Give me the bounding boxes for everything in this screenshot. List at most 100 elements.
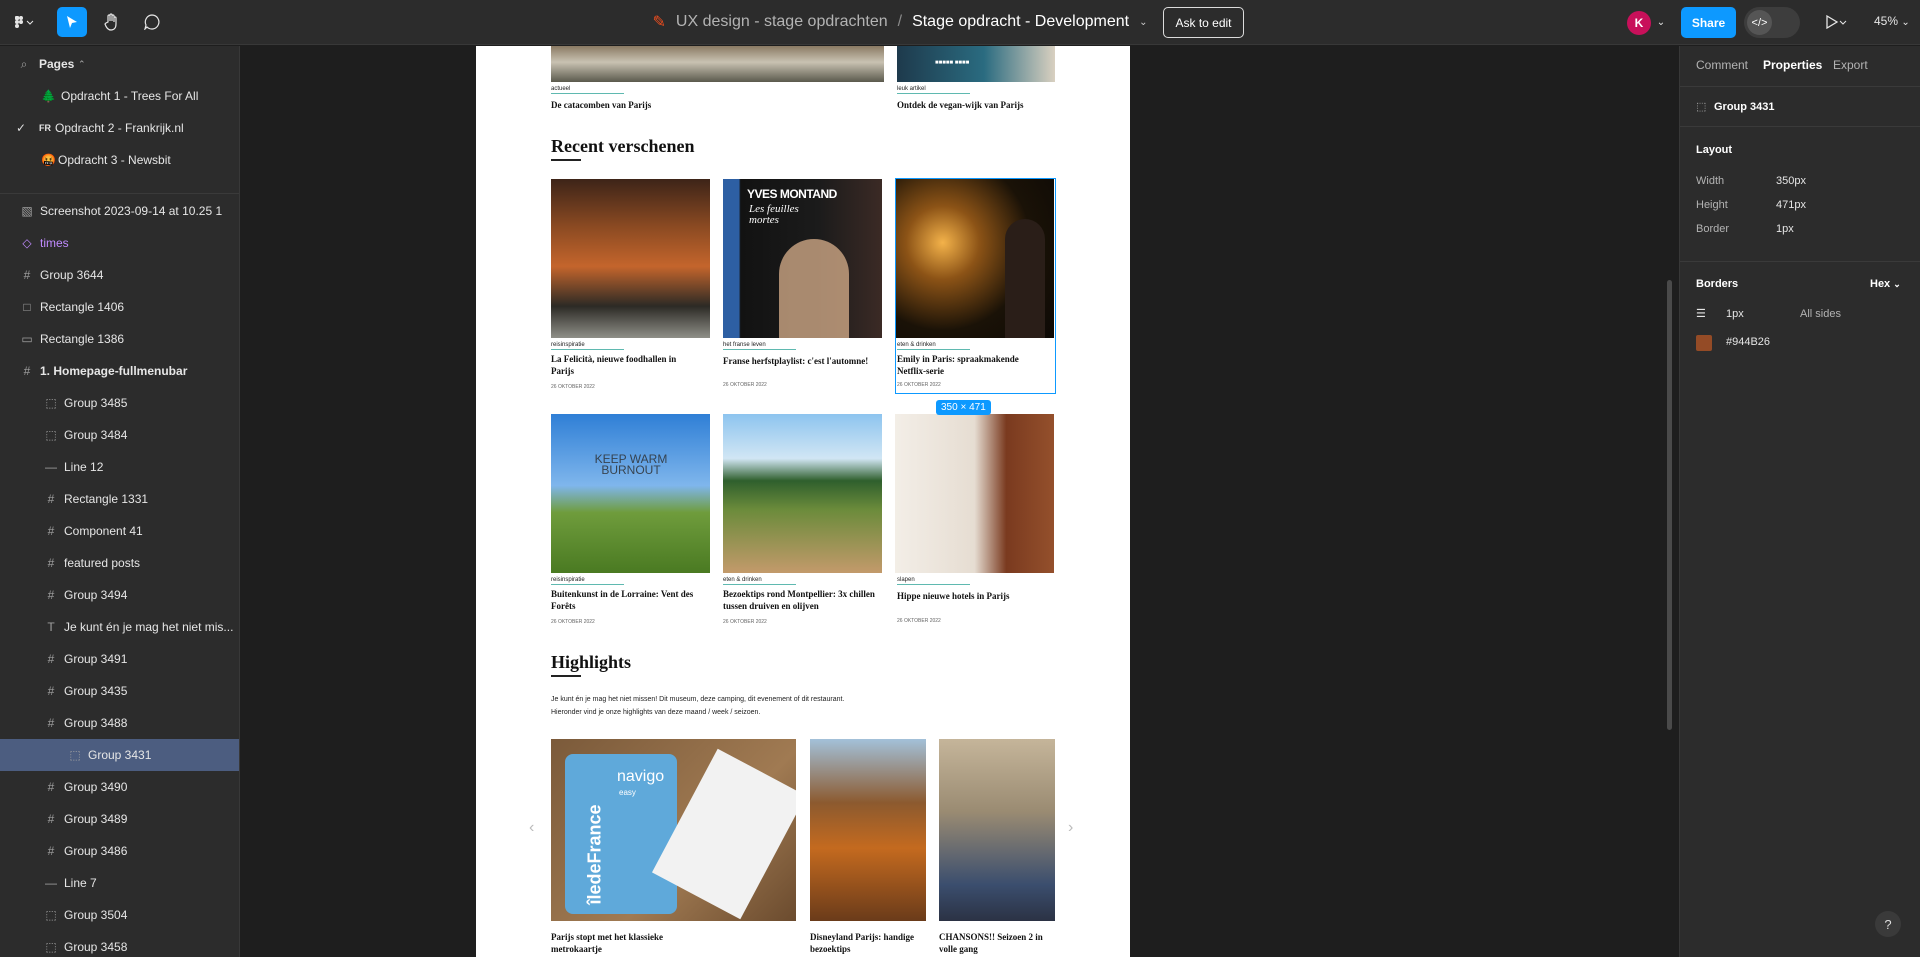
avatar[interactable]: K (1627, 11, 1651, 35)
layer-item[interactable]: # Group 3644 (0, 259, 239, 291)
figma-menu-icon[interactable] (10, 11, 38, 33)
border-weight-value[interactable]: 1px (1726, 308, 1744, 320)
tab-export[interactable]: Export (1833, 58, 1868, 72)
layer-label: Group 3491 (64, 652, 128, 666)
layer-item[interactable]: ⬚ Group 3484 (0, 419, 239, 451)
layer-item[interactable]: □ Rectangle 1406 (0, 291, 239, 323)
layer-item[interactable]: # featured posts (0, 547, 239, 579)
zoom-level[interactable]: 45% ⌄ (1874, 14, 1910, 28)
hand-tool-icon[interactable] (101, 11, 123, 33)
layer-label: Line 12 (64, 460, 104, 474)
share-button[interactable]: Share (1681, 7, 1736, 38)
search-icon[interactable]: ⌕ (17, 57, 31, 72)
help-button[interactable]: ? (1875, 911, 1901, 937)
chevron-right-icon[interactable]: › (1068, 819, 1073, 837)
move-tool-icon[interactable] (57, 7, 87, 37)
width-value[interactable]: 350px (1776, 175, 1806, 187)
layer-label: Group 3486 (64, 844, 128, 858)
layer-item[interactable]: # Component 41 (0, 515, 239, 547)
layer-item[interactable]: ◇ times (0, 227, 239, 259)
stroke-weight-icon: ☰ (1696, 308, 1706, 320)
present-icon[interactable] (1823, 11, 1849, 33)
layer-item[interactable]: # Group 3489 (0, 803, 239, 835)
layer-item[interactable]: # Group 3490 (0, 771, 239, 803)
emily-in-paris-image[interactable] (895, 179, 1054, 338)
post-title[interactable]: Disneyland Parijs: handige bezoektips (810, 931, 928, 955)
border-sides[interactable]: All sides (1800, 308, 1841, 320)
disneyland-image[interactable] (810, 739, 926, 921)
album-cover-image[interactable]: YVES MONTAND Les feuilles mortes (723, 179, 882, 338)
layer-item[interactable]: #1. Homepage-fullmenubar (0, 355, 239, 387)
border-value[interactable]: 1px (1776, 223, 1794, 235)
border-color-value[interactable]: #944B26 (1726, 336, 1770, 348)
layer-item[interactable]: ⬚ Group 3485 (0, 387, 239, 419)
divider (0, 193, 239, 194)
layer-label: Component 41 (64, 524, 143, 538)
layer-item[interactable]: # Group 3488 (0, 707, 239, 739)
lorraine-image[interactable]: KEEP WARM BURNOUT (551, 414, 710, 573)
border-color-swatch[interactable] (1696, 335, 1712, 351)
post-title[interactable]: Bezoektips rond Montpellier: 3x chillen … (723, 588, 883, 612)
layer-label: Group 3504 (64, 908, 128, 922)
layer-item[interactable]: # Group 3435 (0, 675, 239, 707)
layer-item[interactable]: ▭ Rectangle 1386 (0, 323, 239, 355)
height-value[interactable]: 471px (1776, 199, 1806, 211)
layer-item[interactable]: ⬚ Group 3504 (0, 899, 239, 931)
vegan-street-image[interactable]: ■■■■■ ■■■■ (897, 46, 1055, 82)
chevron-left-icon[interactable]: ‹ (529, 819, 534, 837)
post-date: 26 OKTOBER 2022 (723, 382, 767, 388)
layer-item[interactable]: # Group 3491 (0, 643, 239, 675)
post-title[interactable]: CHANSONS!! Seizoen 2 in volle gang (939, 931, 1057, 955)
canvas-scrollbar[interactable] (1667, 280, 1672, 730)
highlights-intro: Hieronder vind je onze highlights van de… (551, 709, 761, 716)
post-title[interactable]: De catacomben van Parijs (551, 99, 871, 111)
layer-item[interactable]: T Je kunt én je mag het niet mis... (0, 611, 239, 643)
ask-to-edit-button[interactable]: Ask to edit (1163, 7, 1244, 38)
hotel-room-image[interactable] (895, 414, 1054, 573)
tab-properties[interactable]: Properties (1763, 58, 1822, 72)
layer-item[interactable]: — Line 12 (0, 451, 239, 483)
page-item[interactable]: 🌲 Opdracht 1 - Trees For All (0, 80, 239, 112)
post-title[interactable]: Emily in Paris: spraakmakende Netflix-se… (897, 353, 1047, 377)
catacombs-image[interactable] (551, 46, 884, 82)
layer-item[interactable]: # Rectangle 1331 (0, 483, 239, 515)
artboard-homepage[interactable]: ■■■■■ ■■■■ actueel De catacomben van Par… (476, 46, 1130, 957)
shop-sign: ■■■■■ ■■■■ (935, 60, 970, 66)
navigo-card-image[interactable]: navigo easy îledeFrance (551, 739, 796, 921)
idf-logo-text: îledeFrance (584, 804, 605, 905)
layer-item[interactable]: ▧ Screenshot 2023-09-14 at 10.25 1 (0, 195, 239, 227)
layer-item[interactable]: ⬚ Group 3431 (0, 739, 239, 771)
canvas[interactable]: ■■■■■ ■■■■ actueel De catacomben van Par… (241, 46, 1679, 957)
chevron-down-icon[interactable]: ⌄ (1139, 17, 1147, 28)
file-name[interactable]: Stage opdracht - Development (912, 13, 1129, 31)
layer-label: Screenshot 2023-09-14 at 10.25 1 (40, 204, 223, 218)
section-underline (551, 159, 581, 161)
breadcrumb-separator: / (897, 13, 903, 30)
foodhall-image[interactable] (551, 179, 710, 338)
post-title[interactable]: Buitenkunst in de Lorraine: Vent des For… (551, 588, 711, 612)
post-title[interactable]: Parijs stopt met het klassieke metrokaar… (551, 931, 691, 955)
dev-mode-toggle[interactable]: </> (1744, 7, 1800, 38)
project-name[interactable]: UX design - stage opdrachten (676, 13, 888, 31)
post-title[interactable]: Ontdek de vegan-wijk van Parijs (897, 99, 1057, 111)
sign-text: KEEP WARM BURNOUT (594, 452, 668, 477)
page-item[interactable]: 🤬 Opdracht 3 - Newsbit (0, 144, 239, 176)
comment-tool-icon[interactable] (141, 11, 163, 33)
chevron-up-icon[interactable]: ⌃ (78, 59, 86, 70)
montpellier-bike-image[interactable] (723, 414, 882, 573)
layer-item[interactable]: # Group 3486 (0, 835, 239, 867)
layer-item[interactable]: — Line 7 (0, 867, 239, 899)
post-title[interactable]: Hippe nieuwe hotels in Parijs (897, 590, 1057, 602)
tab-comment[interactable]: Comment (1696, 58, 1748, 72)
color-format-select[interactable]: Hex ⌄ (1870, 278, 1901, 290)
layer-item[interactable]: ⬚ Group 3458 (0, 931, 239, 957)
post-title[interactable]: Franse herfstplaylist: c'est l'automne! (723, 355, 883, 367)
chansons-image[interactable] (939, 739, 1055, 921)
pages-header[interactable]: ⌕ Pages ⌃ (0, 48, 239, 80)
group-icon: ⬚ (45, 396, 57, 410)
post-tag: reisinspiratie (551, 342, 585, 348)
post-title[interactable]: La Felicità, nieuwe foodhallen in Parijs (551, 353, 701, 377)
chevron-down-icon[interactable]: ⌄ (1655, 11, 1667, 33)
page-item-current[interactable]: ✓ FR Opdracht 2 - Frankrijk.nl (0, 112, 239, 144)
layer-item[interactable]: # Group 3494 (0, 579, 239, 611)
